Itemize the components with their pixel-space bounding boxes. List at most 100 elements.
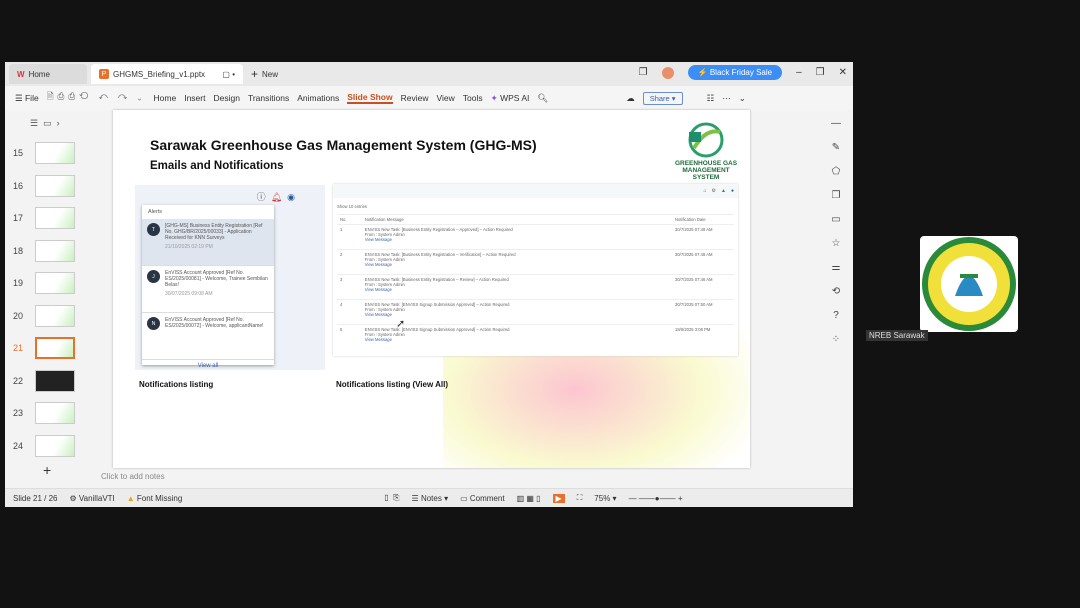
user-avatar[interactable]	[661, 66, 674, 79]
minimize-button[interactable]: –	[796, 67, 802, 78]
shape-icon[interactable]: ⬠	[832, 166, 841, 177]
add-slide-button[interactable]: +	[43, 462, 51, 478]
file-menu[interactable]: ☰ File	[15, 93, 39, 104]
quick-access-icons[interactable]: 🗎⎙⎙⟲ ↶ ↷ ⌄	[47, 91, 146, 105]
restore-button[interactable]: ❐	[816, 67, 825, 78]
menu-animations[interactable]: Animations	[297, 93, 339, 103]
alert-item[interactable]: J EnVISS Account Approved [Ref No. ES/202…	[142, 266, 274, 313]
collapse-icon[interactable]: —	[831, 118, 841, 129]
alert-date: 30/07/2025 09:08 AM	[165, 291, 213, 297]
share-button[interactable]: Share ▾	[642, 91, 683, 105]
sliders-icon[interactable]: ⚌	[832, 262, 841, 273]
nreb-logo	[922, 237, 1016, 331]
share-label: Share	[649, 93, 670, 103]
slide-thumbnail-15[interactable]	[35, 142, 75, 164]
slide-thumbnail-20[interactable]	[35, 304, 75, 327]
slide-canvas[interactable]: Sarawak Greenhouse Gas Management System…	[113, 110, 750, 468]
toggle-icons[interactable]: ▯ ⎘	[384, 493, 399, 503]
slide-thumbnail-17[interactable]	[35, 207, 75, 229]
row-number: 5	[337, 324, 362, 350]
gear-icon: ⚙	[711, 188, 717, 194]
pptx-icon: P	[99, 69, 109, 79]
menu-view[interactable]: View	[436, 93, 454, 103]
copy-icon[interactable]: ❐	[832, 190, 841, 201]
view-message-link[interactable]: View Message	[365, 337, 669, 342]
play-slideshow-button[interactable]: ▶	[552, 493, 565, 503]
alert-item[interactable]: T [GHG-MS] Business Entity Registration […	[142, 219, 274, 266]
help-icon[interactable]: ?	[833, 310, 839, 321]
menu-tools[interactable]: Tools	[463, 93, 483, 103]
menu-slide-show[interactable]: Slide Show	[347, 92, 393, 104]
caption-left: Notifications listing	[139, 380, 214, 389]
ghg-logo: GREENHOUSE GAS MANAGEMENT SYSTEM	[671, 122, 741, 181]
cloud-icon[interactable]: ☁	[626, 93, 635, 104]
menu-design[interactable]: Design	[213, 93, 239, 103]
view-all-link[interactable]: View all	[142, 360, 274, 369]
star-icon[interactable]: ☆	[832, 238, 841, 249]
row-number: 3	[337, 274, 362, 300]
view-message-link[interactable]: View Message	[365, 312, 669, 317]
sparkle-icon: ✦	[490, 92, 498, 103]
view-mode-icons[interactable]: ▥ ▦ ▯	[517, 494, 541, 503]
slide-thumbnail-16[interactable]	[35, 174, 75, 197]
menu-transitions[interactable]: Transitions	[248, 93, 289, 103]
menu-home[interactable]: Home	[154, 93, 177, 103]
slide-thumbnails: ☰ ▭ › 15 16 17 18 19 20 21 22 23 24 +	[5, 110, 95, 488]
font-missing-label: Font Missing	[136, 493, 183, 503]
view-message-link[interactable]: View Message	[365, 287, 669, 292]
plus-icon: +	[251, 67, 259, 81]
menu-review[interactable]: Review	[401, 93, 429, 103]
new-label: New	[262, 69, 279, 79]
history-icon[interactable]: ⟲	[832, 286, 840, 297]
column-header: Notification Date	[672, 214, 734, 225]
slide-thumbnail-19[interactable]	[35, 272, 75, 294]
comment-icon[interactable]: ▭	[831, 214, 840, 225]
notes-button[interactable]: ☰ Notes ▾	[412, 494, 449, 503]
window-list-icon[interactable]: ❐	[639, 67, 648, 78]
alert-text: EnVISS Account Approved [Ref No. ES/2025…	[165, 270, 268, 288]
slide-thumbnail-21[interactable]	[35, 337, 75, 359]
logo-text: GREENHOUSE GAS MANAGEMENT SYSTEM	[674, 160, 738, 181]
thumbnail-number: 16	[13, 180, 24, 191]
menu-insert[interactable]: Insert	[184, 93, 205, 103]
thumbnail-number: 20	[13, 310, 24, 321]
thumbnail-number: 21	[13, 343, 24, 353]
layout-icon[interactable]: ☷	[707, 93, 715, 104]
right-toolbar: — ✎ ⬠ ❐ ▭ ☆ ⚌ ⟲ ? ⁘	[819, 110, 853, 488]
alert-item[interactable]: N EnVISS Account Approved [Ref No. ES/202…	[142, 313, 274, 360]
thumbnail-number: 17	[13, 213, 24, 223]
fit-icon[interactable]: ⛶	[577, 493, 583, 503]
date-cell: 30/7/2025 07:48 AM	[672, 224, 734, 250]
slide-thumbnail-24[interactable]	[35, 434, 75, 457]
slide-thumbnail-23[interactable]	[35, 402, 75, 424]
participant-name: NREB Sarawak	[866, 330, 928, 341]
view-message-link[interactable]: View Message	[365, 237, 669, 242]
more-icon[interactable]: ⋯	[722, 93, 731, 104]
slide-thumbnail-22[interactable]	[35, 369, 75, 392]
zoom-level[interactable]: 75% ▾	[594, 494, 616, 503]
slide-title: Sarawak Greenhouse Gas Management System…	[150, 137, 537, 153]
zoom-slider[interactable]: — ——●—— +	[629, 494, 683, 503]
notes-placeholder[interactable]: Click to add notes	[101, 472, 165, 481]
panel-view-icons[interactable]: ☰ ▭ ›	[30, 118, 60, 129]
chevron-down-icon[interactable]: ⌄	[739, 93, 746, 104]
bell-icon: ▲	[721, 188, 726, 194]
font-missing-button[interactable]: ▲ Font Missing	[127, 494, 183, 503]
wps-ai-button[interactable]: ✦ WPS AI	[491, 93, 530, 104]
view-message-link[interactable]: View Message	[365, 262, 669, 267]
search-icon[interactable]: 🔍︎	[537, 93, 548, 104]
message-cell: ENVISS New Task: [ENVISS Signup Submissi…	[361, 299, 672, 325]
theme-indicator[interactable]: ⚙ VanillaVTI	[69, 494, 114, 503]
promo-button[interactable]: ⚡ Black Friday Sale	[687, 65, 783, 80]
tab-document[interactable]: P GHGMS_Briefing_v1.pptx ▢ •	[91, 64, 243, 84]
close-tab-icon[interactable]: ▢ •	[222, 70, 235, 79]
table-row: 1 ENVISS New Task: [Business Entity Regis…	[337, 224, 734, 250]
slide-thumbnail-18[interactable]	[35, 239, 75, 262]
comment-button[interactable]: ▭ Comment	[460, 494, 504, 503]
grid-icon[interactable]: ⁘	[832, 334, 840, 345]
new-tab-button[interactable]: + New	[243, 64, 286, 84]
tab-home[interactable]: W Home	[9, 64, 87, 84]
thumbnail-number: 23	[13, 408, 24, 418]
magic-icon[interactable]: ✎	[832, 142, 840, 153]
close-button[interactable]: ✕	[839, 67, 847, 78]
